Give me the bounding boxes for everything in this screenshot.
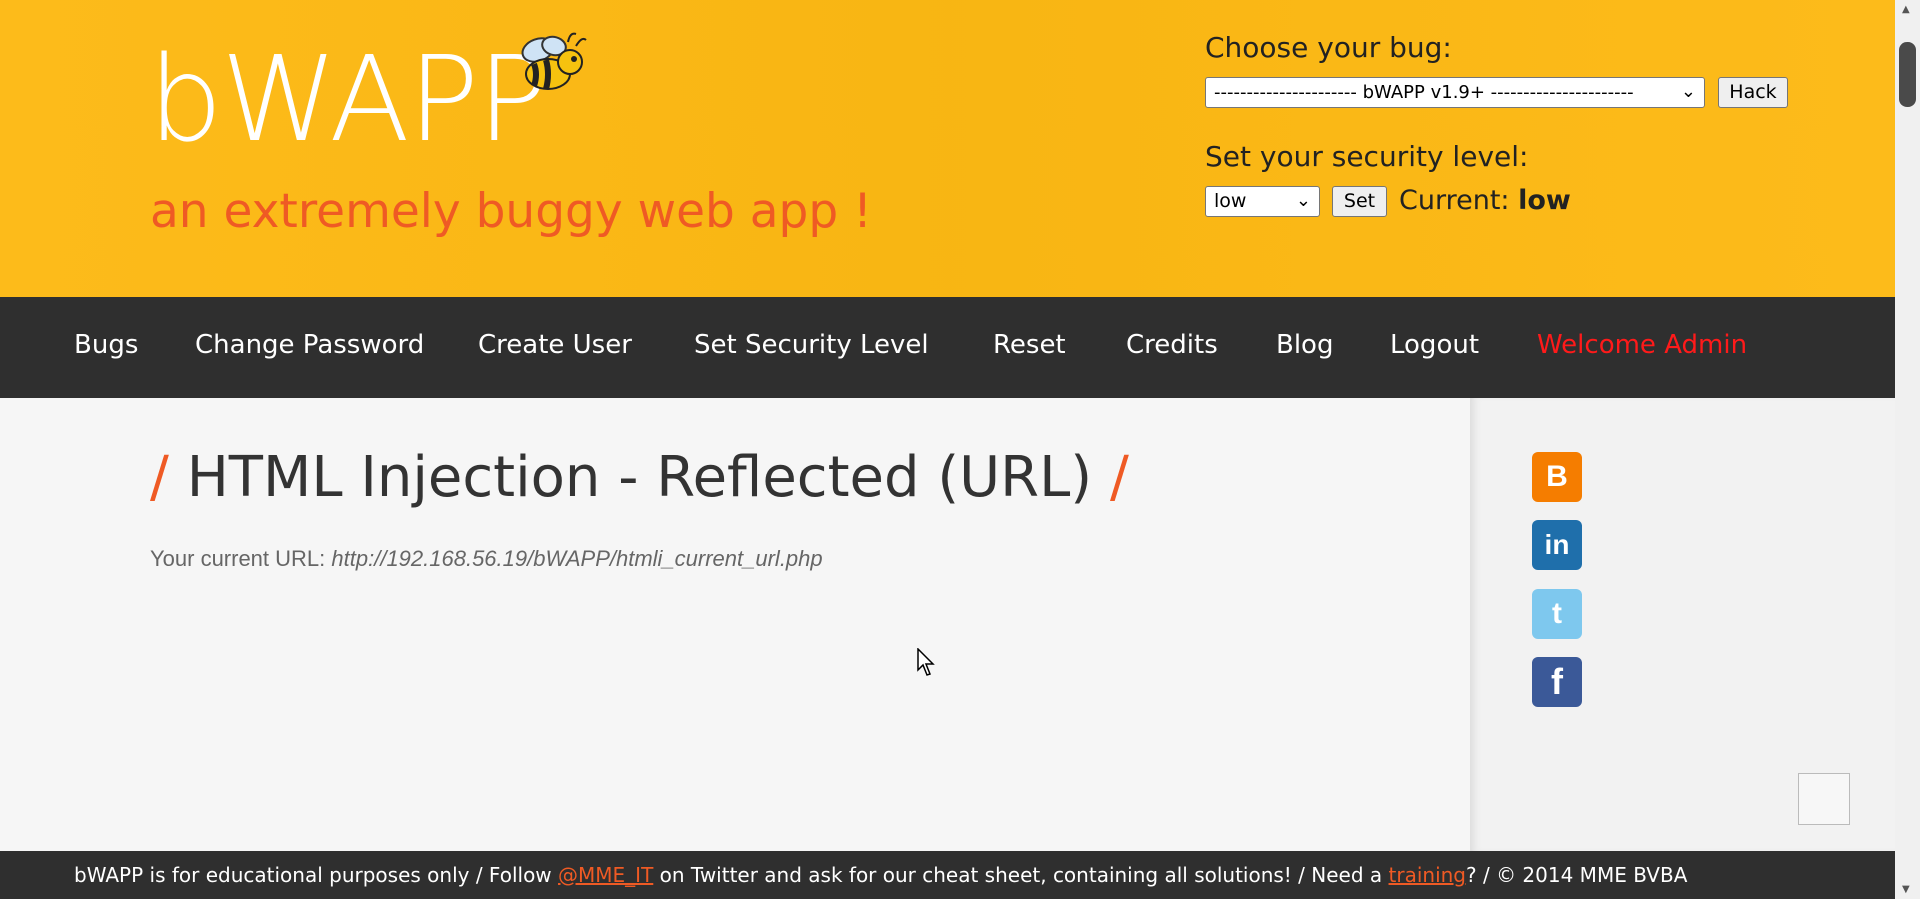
- nav-reset[interactable]: Reset: [993, 332, 1066, 358]
- bug-select[interactable]: ---------------------- bWAPP v1.9+ -----…: [1205, 77, 1705, 108]
- blogger-icon[interactable]: B: [1532, 452, 1582, 502]
- current-level-value: low: [1518, 185, 1571, 216]
- footer-part-2: on Twitter and ask for our cheat sheet, …: [653, 863, 1389, 887]
- training-link[interactable]: training: [1389, 863, 1466, 887]
- nav-set-security-level[interactable]: Set Security Level: [694, 332, 929, 358]
- nav-welcome: Welcome Admin: [1537, 330, 1748, 360]
- nav-change-password[interactable]: Change Password: [195, 332, 424, 358]
- main-nav: Bugs Change Password Create User Set Sec…: [0, 297, 1895, 398]
- broken-image: [1798, 773, 1850, 825]
- footer: bWAPP is for educational purposes only /…: [0, 851, 1895, 899]
- vertical-scrollbar[interactable]: ▲ ▼: [1895, 0, 1920, 899]
- nav-bugs[interactable]: Bugs: [74, 332, 138, 358]
- twitter-link[interactable]: @MME_IT: [558, 863, 653, 887]
- nav-create-user[interactable]: Create User: [478, 332, 632, 358]
- mouse-cursor-icon: [917, 648, 935, 676]
- chevron-down-icon: ⌄: [1295, 190, 1311, 211]
- tagline: an extremely buggy web app !: [150, 184, 873, 239]
- header: bWAPP an extremely buggy web app ! Choos…: [0, 0, 1895, 297]
- choose-bug-label: Choose your bug:: [1205, 31, 1452, 64]
- nav-credits[interactable]: Credits: [1126, 332, 1218, 358]
- facebook-icon[interactable]: f: [1532, 657, 1582, 707]
- current-url-label: Your current URL:: [150, 546, 326, 571]
- security-level-select[interactable]: low ⌄: [1205, 186, 1320, 217]
- nav-logout[interactable]: Logout: [1390, 332, 1479, 358]
- nav-blog[interactable]: Blog: [1276, 332, 1333, 358]
- page: bWAPP an extremely buggy web app ! Choos…: [0, 0, 1895, 899]
- linkedin-icon[interactable]: in: [1532, 520, 1582, 570]
- current-level-label: Current:: [1399, 185, 1510, 216]
- page-title: / HTML Injection - Reflected (URL) /: [150, 450, 1129, 506]
- title-slash-right: /: [1109, 445, 1129, 510]
- footer-part-1: bWAPP is for educational purposes only /…: [74, 863, 559, 887]
- footer-text: bWAPP is for educational purposes only /…: [74, 865, 1687, 885]
- scroll-down-icon[interactable]: ▼: [1902, 884, 1910, 895]
- security-level-label: Set your security level:: [1205, 140, 1529, 173]
- bee-icon: [521, 32, 587, 90]
- current-url-value: http://192.168.56.19/bWAPP/htmli_current…: [331, 546, 823, 571]
- twitter-icon[interactable]: t: [1532, 589, 1582, 639]
- set-button[interactable]: Set: [1332, 186, 1387, 217]
- page-title-text: HTML Injection - Reflected (URL): [186, 445, 1093, 510]
- scroll-thumb[interactable]: [1899, 42, 1916, 107]
- chevron-down-icon: ⌄: [1680, 81, 1696, 102]
- scroll-up-icon[interactable]: ▲: [1902, 4, 1910, 15]
- title-slash-left: /: [150, 445, 169, 510]
- security-level-value: low: [1214, 190, 1247, 212]
- bug-select-value: ---------------------- bWAPP v1.9+ -----…: [1214, 82, 1634, 103]
- hack-button[interactable]: Hack: [1718, 77, 1788, 108]
- footer-part-3: ? / © 2014 MME BVBA: [1466, 863, 1688, 887]
- current-url-line: Your current URL: http://192.168.56.19/b…: [150, 548, 823, 570]
- logo-title[interactable]: bWAPP: [148, 40, 548, 158]
- current-level: Current: low: [1399, 187, 1571, 214]
